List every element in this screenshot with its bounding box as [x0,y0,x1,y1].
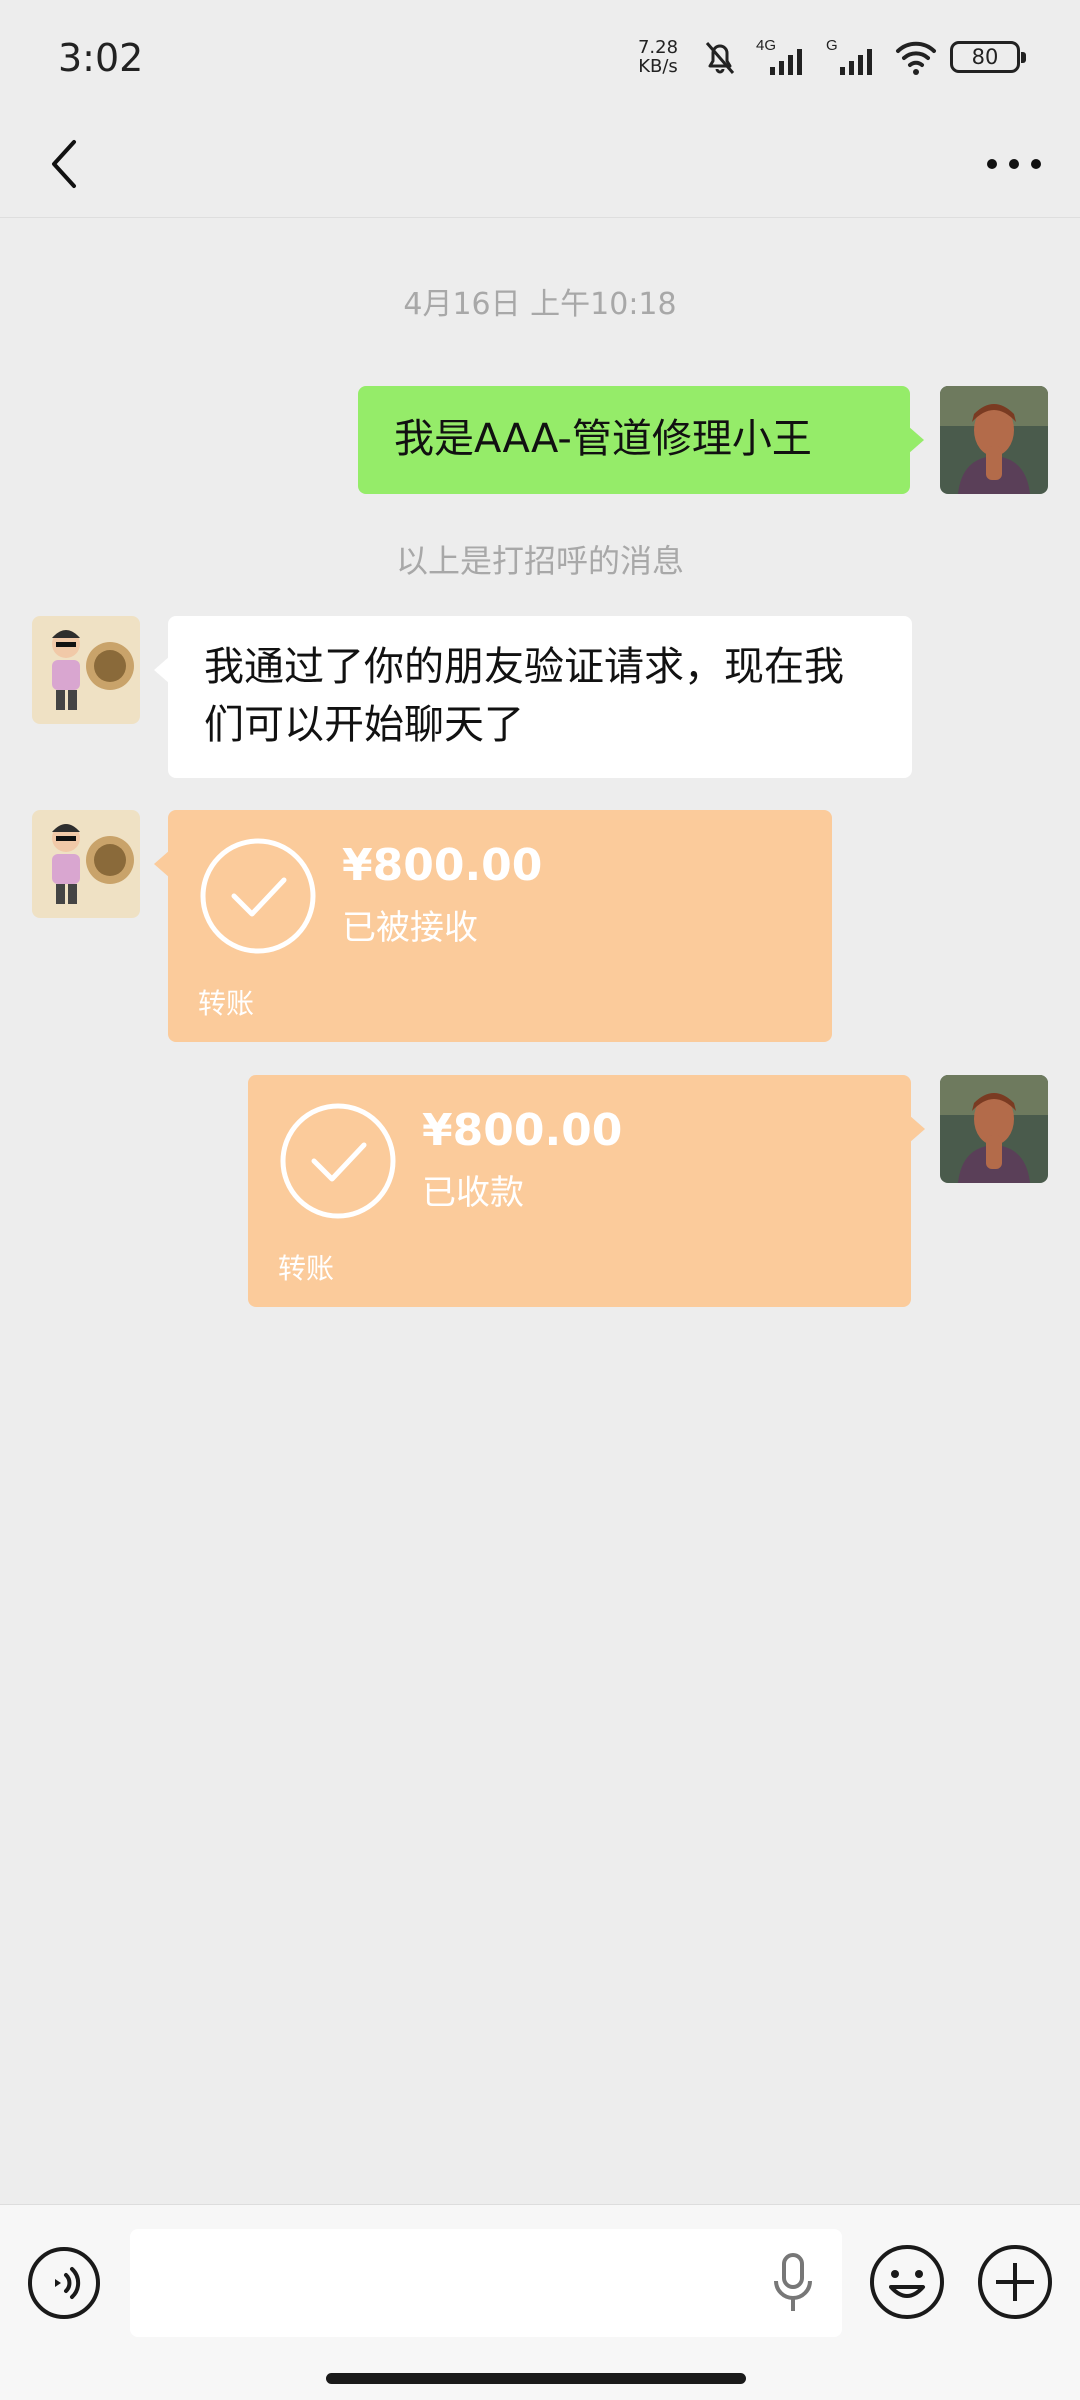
cartoon-avatar-icon [32,616,140,724]
message-input[interactable] [130,2229,842,2337]
home-indicator[interactable] [326,2373,746,2384]
transfer-label: 转账 [198,987,255,1020]
more-options-button[interactable] [974,128,1054,200]
check-circle-icon [200,838,316,954]
net-speed-value: 7.28 [637,37,679,58]
contact-avatar[interactable] [32,616,140,724]
wifi-icon [896,41,936,75]
plus-icon [978,2245,1052,2319]
voice-input-button[interactable] [768,2251,818,2315]
message-timestamp: 4月16日 上午10:18 [403,287,677,322]
system-notice: 以上是打招呼的消息 [395,542,684,580]
signal-g-icon: G [826,37,872,75]
input-bar [0,2204,1080,2400]
voice-icon [28,2247,100,2319]
more-features-button[interactable] [974,2241,1056,2323]
chat-screen: 3:02 7.28 KB/s 4G G 80 4月16日 上午10:18 我是A… [0,0,1080,2400]
sent-message-text: 我是AAA-管道修理小王 [394,416,812,462]
back-button[interactable] [30,128,102,200]
chevron-left-icon [52,140,76,188]
contact-avatar[interactable] [32,810,140,918]
net-label-1: 4G [756,37,776,54]
net-speed-unit: KB/s [638,56,678,77]
transfer-label: 转账 [278,1252,335,1285]
status-icons: 7.28 KB/s 4G G 80 [630,34,1026,80]
emoji-icon [870,2245,944,2319]
status-bar: 3:02 7.28 KB/s 4G G 80 [0,0,1080,110]
signal-4g-icon: 4G [756,37,802,75]
transfer-amount: ¥800.00 [342,840,543,891]
cartoon-avatar-icon [32,810,140,918]
transfer-card-sent[interactable]: ¥800.00 已收款 转账 [248,1075,925,1307]
portrait-avatar-icon [940,386,1048,494]
battery-indicator: 80 [950,41,1026,73]
transfer-amount: ¥800.00 [422,1105,623,1156]
bell-muted-icon [705,42,735,74]
net-label-2: G [826,37,838,54]
transfer-card-received[interactable]: ¥800.00 已被接收 转账 [154,810,832,1042]
chat-header [0,110,1080,218]
received-message-bubble[interactable]: 我通过了你的朋友验证请求，现在我们可以开始聊天了 [154,616,912,778]
microphone-icon [774,2253,812,2311]
sent-message-bubble[interactable]: 我是AAA-管道修理小王 [358,386,924,494]
transfer-status: 已被接收 [342,908,478,948]
received-message-text: 我通过了你的朋友验证请求，现在我们可以开始聊天了 [204,644,844,748]
chat-title [340,132,740,196]
more-dots-icon [987,159,1041,169]
portrait-avatar-icon [940,1075,1048,1183]
transfer-status: 已收款 [422,1173,524,1213]
status-time: 3:02 [58,36,144,80]
check-circle-icon [280,1103,396,1219]
net-speed: 7.28 KB/s [630,38,686,76]
my-avatar[interactable] [940,386,1048,494]
voice-mode-button[interactable] [24,2243,104,2323]
my-avatar[interactable] [940,1075,1048,1183]
emoji-button[interactable] [866,2241,948,2323]
